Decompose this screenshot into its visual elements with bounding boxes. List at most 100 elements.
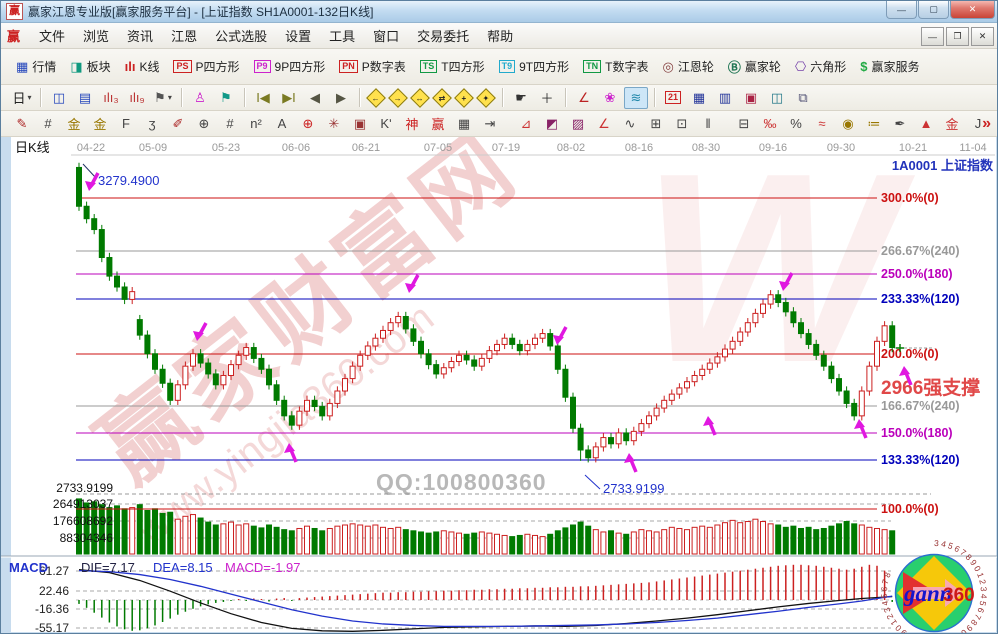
- n-square-icon[interactable]: n²: [244, 113, 268, 135]
- zoom-right-icon[interactable]: →: [388, 88, 408, 108]
- sectors-button[interactable]: ◨板块: [63, 56, 117, 77]
- fibo-f-icon[interactable]: F: [114, 113, 138, 135]
- 9t-square-button[interactable]: T99T四方形: [492, 56, 577, 77]
- menu-settings[interactable]: 设置: [276, 23, 320, 48]
- target-icon[interactable]: ⊕: [296, 113, 320, 135]
- close-button[interactable]: ✕: [950, 1, 995, 19]
- grid-b-icon[interactable]: ⊡: [670, 113, 694, 135]
- menu-browse[interactable]: 浏览: [74, 23, 118, 48]
- span-tool-icon[interactable]: ⇥: [478, 113, 502, 135]
- first-bar-icon[interactable]: I◀: [251, 87, 275, 109]
- shen-tool-icon[interactable]: 神: [400, 113, 424, 135]
- bars3-icon[interactable]: ılı₃: [99, 87, 123, 109]
- a-mirror-icon[interactable]: A: [270, 113, 294, 135]
- wave-tool-icon[interactable]: ≋: [624, 87, 648, 109]
- fan-lines-icon[interactable]: ∠: [592, 113, 616, 135]
- quotes-button[interactable]: ▦行情: [9, 56, 63, 77]
- prev-bar-icon[interactable]: ◀: [303, 87, 327, 109]
- menu-help[interactable]: 帮助: [478, 23, 522, 48]
- zoom-left-icon[interactable]: ←: [366, 88, 386, 108]
- t-number-table-button[interactable]: TNT数字表: [576, 56, 655, 77]
- percent-icon[interactable]: %: [784, 113, 808, 135]
- winner-service-button[interactable]: $赢家服务: [853, 56, 926, 77]
- pattern-tool-icon[interactable]: ❀: [598, 87, 622, 109]
- mdi-close-button[interactable]: ✕: [971, 27, 994, 46]
- menu-trade[interactable]: 交易委托: [408, 23, 478, 48]
- sectors-button-icon: ◨: [70, 59, 82, 75]
- fan-red-icon[interactable]: ⊿: [514, 113, 538, 135]
- p-square-button[interactable]: PSP四方形: [166, 56, 246, 77]
- menu-tools[interactable]: 工具: [320, 23, 364, 48]
- angle-tool-icon[interactable]: ∠: [572, 87, 596, 109]
- menu-window[interactable]: 窗口: [364, 23, 408, 48]
- gold-ratio-1-icon[interactable]: 金: [62, 113, 86, 135]
- flag-marker-icon[interactable]: ⚑▾: [151, 87, 175, 109]
- menu-formula-stockpick[interactable]: 公式选股: [206, 23, 276, 48]
- crosshair-tool-icon[interactable]: ＋: [535, 87, 559, 109]
- menu-gann[interactable]: 江恩: [162, 23, 206, 48]
- kline-chart-canvas[interactable]: 赢家财富网www.yingjia360.comWQQ:100800360日K线0…: [1, 137, 998, 634]
- pen-tool-icon[interactable]: ✒: [888, 113, 912, 135]
- menu-news[interactable]: 资讯: [118, 23, 162, 48]
- figure-tool-icon[interactable]: ♙: [188, 87, 212, 109]
- k-quote-icon[interactable]: Kʹ: [374, 113, 398, 135]
- snapshot-icon[interactable]: ◫: [765, 87, 789, 109]
- calculator-icon[interactable]: ▦: [687, 87, 711, 109]
- zoom-swap-icon[interactable]: ⇄: [432, 88, 452, 108]
- calendar-icon[interactable]: 21: [661, 87, 685, 109]
- shade-box-icon[interactable]: ◩: [540, 113, 564, 135]
- gann-wheel-button[interactable]: ◎江恩轮: [655, 56, 720, 77]
- chart-area[interactable]: 赢家财富网www.yingjia360.comWQQ:100800360日K线0…: [1, 137, 998, 634]
- box-grid-icon[interactable]: ▣: [348, 113, 372, 135]
- f-angle-icon[interactable]: F: [992, 113, 998, 135]
- gold-lines-icon[interactable]: ≔: [862, 113, 886, 135]
- mdi-minimize-button[interactable]: —: [921, 27, 944, 46]
- minimize-button[interactable]: —: [886, 1, 917, 19]
- zoom-horizontal-icon[interactable]: ↔: [410, 88, 430, 108]
- mdi-restore-button[interactable]: ❐: [946, 27, 969, 46]
- a-fan-icon[interactable]: ▲: [914, 113, 938, 135]
- hatch-box-icon[interactable]: ▨: [566, 113, 590, 135]
- zoom-star-icon[interactable]: ✦: [476, 88, 496, 108]
- 9p-square-button[interactable]: P99P四方形: [247, 56, 333, 77]
- notes-icon[interactable]: ▥: [713, 87, 737, 109]
- zoom-plus-icon[interactable]: +: [454, 88, 474, 108]
- quote-list-icon[interactable]: ▤: [73, 87, 97, 109]
- menu-file[interactable]: 文件: [30, 23, 74, 48]
- toolbar-separator: [654, 88, 655, 107]
- period-selector[interactable]: 日▾: [10, 87, 34, 109]
- draw-pencil2-icon[interactable]: ✐: [166, 113, 190, 135]
- zigzag-icon[interactable]: ∿: [618, 113, 642, 135]
- percent-eq-icon[interactable]: ≈: [810, 113, 834, 135]
- t-square-button[interactable]: TST四方形: [413, 56, 492, 77]
- print-icon[interactable]: ⧉: [791, 87, 815, 109]
- p-number-table-button[interactable]: PNP数字表: [332, 56, 413, 77]
- grid-a-icon[interactable]: ⊞: [644, 113, 668, 135]
- gann-grid-icon[interactable]: #: [36, 113, 60, 135]
- grid123-icon[interactable]: ▦: [452, 113, 476, 135]
- slant-lines-icon[interactable]: ǁ: [696, 113, 720, 135]
- save-icon[interactable]: ▣: [739, 87, 763, 109]
- gold-red-icon[interactable]: 金: [940, 113, 964, 135]
- gold-ratio-2-icon[interactable]: 金: [88, 113, 112, 135]
- win-tool-icon[interactable]: 赢: [426, 113, 450, 135]
- next-bar-icon[interactable]: ▶: [329, 87, 353, 109]
- permille-icon[interactable]: ‰: [758, 113, 782, 135]
- scale-tool-icon[interactable]: ⊟: [732, 113, 756, 135]
- hand-tool-icon[interactable]: ☛: [509, 87, 533, 109]
- gold-circle-icon[interactable]: ◉: [836, 113, 860, 135]
- grid2-icon[interactable]: #: [218, 113, 242, 135]
- draw-pencil-icon[interactable]: ✎: [10, 113, 34, 135]
- more-tools-chevron[interactable]: »: [982, 115, 991, 133]
- spiral-icon[interactable]: ʒ: [140, 113, 164, 135]
- winner-wheel-button[interactable]: Ⓑ赢家轮: [721, 55, 788, 78]
- star-grid-icon[interactable]: ✳: [322, 113, 346, 135]
- kline-button[interactable]: ılıK线: [118, 56, 167, 77]
- hexagon-button[interactable]: ⎔六角形: [788, 56, 853, 77]
- bars9-icon[interactable]: ılı₉: [125, 87, 149, 109]
- gann-dial-icon[interactable]: ⊕: [192, 113, 216, 135]
- window-layout-icon[interactable]: ◫: [47, 87, 71, 109]
- last-bar-icon[interactable]: ▶I: [277, 87, 301, 109]
- color-flag-icon[interactable]: ⚑: [214, 87, 238, 109]
- maximize-button[interactable]: ▢: [918, 1, 949, 19]
